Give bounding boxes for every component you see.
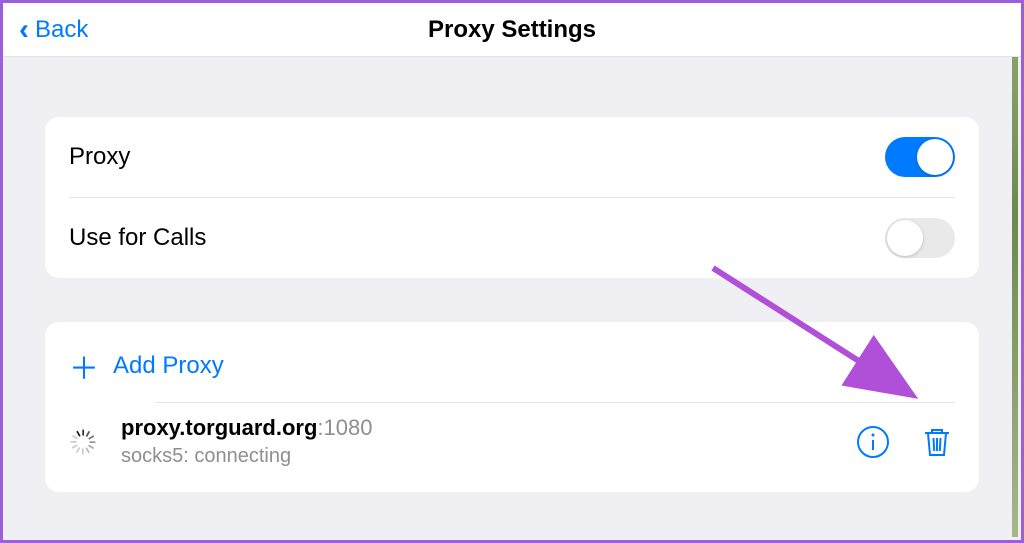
row-label: Proxy (69, 143, 130, 171)
proxy-port: :1080 (317, 415, 372, 440)
proxy-info: proxy.torguard.org:1080 socks5: connecti… (121, 415, 855, 468)
header-bar: ‹ Back Proxy Settings (3, 3, 1021, 57)
delete-button[interactable] (919, 424, 955, 460)
proxy-hostname: proxy.torguard.org (121, 415, 317, 440)
page-title: Proxy Settings (3, 16, 1021, 44)
row-label: Use for Calls (69, 224, 206, 252)
toggle-use-for-calls[interactable] (885, 218, 955, 258)
plus-icon: ＋ (69, 344, 93, 388)
back-label: Back (35, 16, 88, 44)
add-proxy-label: Add Proxy (113, 352, 224, 380)
proxy-actions (855, 424, 955, 460)
toggle-knob (917, 139, 953, 175)
info-button[interactable] (855, 424, 891, 460)
toggle-knob (887, 220, 923, 256)
settings-card-proxies: ＋ Add Proxy (45, 322, 979, 492)
spinner-icon (69, 428, 97, 456)
proxy-entry[interactable]: proxy.torguard.org:1080 socks5: connecti… (45, 403, 979, 492)
proxy-status: socks5: connecting (121, 445, 855, 468)
row-use-for-calls[interactable]: Use for Calls (45, 198, 979, 278)
settings-card-proxy: Proxy Use for Calls (45, 117, 979, 278)
back-button[interactable]: ‹ Back (3, 15, 98, 45)
proxy-host: proxy.torguard.org:1080 (121, 415, 855, 441)
content-area: Proxy Use for Calls ＋ Add Proxy (3, 57, 1021, 540)
add-proxy-button[interactable]: ＋ Add Proxy (45, 322, 979, 402)
chevron-left-icon: ‹ (19, 15, 29, 45)
row-proxy-toggle[interactable]: Proxy (45, 117, 979, 197)
toggle-proxy[interactable] (885, 137, 955, 177)
decorative-edge (1012, 57, 1018, 537)
